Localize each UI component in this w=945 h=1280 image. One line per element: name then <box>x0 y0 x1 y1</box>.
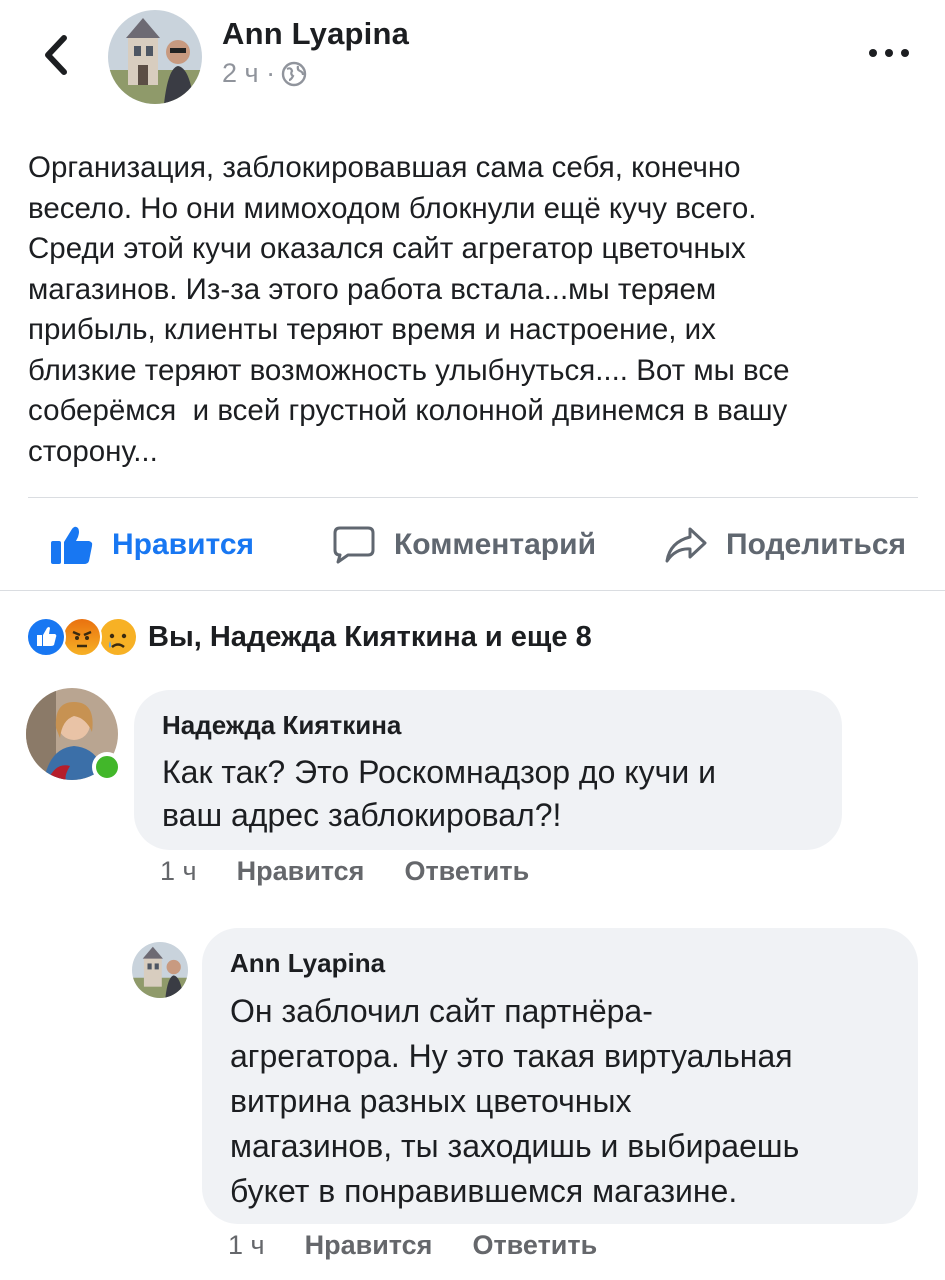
more-options-button[interactable] <box>867 38 911 68</box>
reply-time[interactable]: 1 ч <box>228 1230 265 1261</box>
share-icon <box>665 527 707 563</box>
back-button[interactable] <box>36 30 76 80</box>
post-header: Ann Lyapina 2 ч · <box>0 0 945 130</box>
share-button[interactable]: Поделиться <box>664 512 906 578</box>
author-name[interactable]: Ann Lyapina <box>222 16 409 52</box>
chevron-left-icon <box>45 35 67 75</box>
post-actions: Нравится Комментарий Поделиться <box>0 512 945 578</box>
comment-label: Комментарий <box>394 528 597 561</box>
post-meta: 2 ч · <box>222 58 307 89</box>
divider <box>28 497 918 498</box>
reactions-summary[interactable]: Вы, Надежда Кияткина и еще 8 <box>26 612 592 662</box>
thumbs-up-icon <box>51 526 93 564</box>
sad-reaction-icon <box>98 617 138 657</box>
like-reaction-icon <box>26 617 66 657</box>
post-time[interactable]: 2 ч · <box>222 58 275 89</box>
divider <box>0 590 945 591</box>
reply-author-avatar[interactable] <box>132 942 188 998</box>
reactions-text: Вы, Надежда Кияткина и еще 8 <box>148 620 592 653</box>
comment-button[interactable]: Комментарий <box>332 512 596 578</box>
reply-author[interactable]: Ann Lyapina <box>230 948 890 979</box>
comment-bubble: Надежда Кияткина Как так? Это Роскомнадз… <box>134 690 842 850</box>
comment-icon <box>333 526 375 564</box>
comment-like-button[interactable]: Нравится <box>237 856 365 887</box>
comment-author[interactable]: Надежда Кияткина <box>162 710 814 741</box>
reaction-icons <box>26 614 140 660</box>
reply-like-button[interactable]: Нравится <box>305 1230 433 1261</box>
globe-icon <box>281 61 307 86</box>
reply-reply-button[interactable]: Ответить <box>472 1230 597 1261</box>
share-label: Поделиться <box>726 528 907 561</box>
ellipsis-icon <box>869 49 909 57</box>
comment-text: Как так? Это Роскомнадзор до кучи и ваш … <box>162 754 716 833</box>
comment-meta: 1 ч Нравится Ответить <box>160 856 529 887</box>
reply-meta: 1 ч Нравится Ответить <box>228 1230 597 1261</box>
angry-reaction-icon <box>62 617 102 657</box>
reply-text: Он заблочил сайт партнёра- агрегатора. Н… <box>230 993 800 1209</box>
post-body: Организация, заблокировавшая сама себя, … <box>28 151 790 468</box>
comment-reply-button[interactable]: Ответить <box>404 856 529 887</box>
online-status-indicator <box>92 752 122 782</box>
like-label: Нравится <box>112 528 255 561</box>
like-button[interactable]: Нравится <box>50 512 254 578</box>
comment-time[interactable]: 1 ч <box>160 856 197 887</box>
author-avatar[interactable] <box>108 10 202 104</box>
reply-bubble: Ann Lyapina Он заблочил сайт партнёра- а… <box>202 928 918 1224</box>
